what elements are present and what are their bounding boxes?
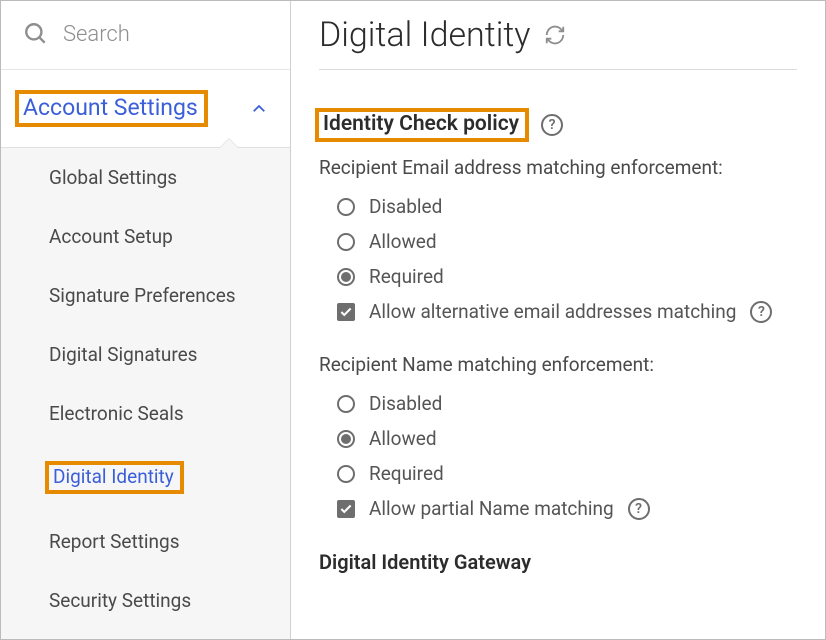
help-icon[interactable]: ?	[750, 301, 772, 323]
sidebar-section-title: Account Settings	[23, 94, 198, 121]
help-icon[interactable]: ?	[541, 114, 563, 136]
name-enforcement-group: Disabled Allowed Required Allow partial …	[319, 386, 797, 526]
radio-icon	[337, 465, 355, 483]
highlight-digital-identity: Digital Identity	[45, 461, 184, 494]
name-option-disabled[interactable]: Disabled	[337, 386, 797, 421]
name-allow-partial[interactable]: Allow partial Name matching ?	[337, 491, 797, 526]
email-option-allowed[interactable]: Allowed	[337, 224, 797, 259]
sidebar-item-electronic-seals[interactable]: Electronic Seals	[1, 384, 290, 443]
search-row[interactable]: Search	[1, 1, 290, 70]
help-icon[interactable]: ?	[628, 498, 650, 520]
search-placeholder: Search	[63, 22, 130, 47]
radio-label: Disabled	[369, 195, 442, 218]
sidebar-item-security-settings[interactable]: Security Settings	[1, 571, 290, 630]
radio-icon	[337, 233, 355, 251]
page-title: Digital Identity	[319, 15, 530, 55]
sidebar-item-digital-identity[interactable]: Digital Identity	[1, 443, 290, 512]
chevron-up-icon	[250, 100, 268, 118]
radio-label: Required	[369, 462, 444, 485]
radio-icon	[337, 430, 355, 448]
sidebar-section-header[interactable]: Account Settings	[1, 70, 290, 147]
checkbox-label: Allow partial Name matching	[369, 497, 614, 520]
checkbox-icon	[337, 303, 355, 321]
radio-label: Required	[369, 265, 444, 288]
radio-icon	[337, 268, 355, 286]
sidebar-subnav: Global Settings Account Setup Signature …	[1, 147, 290, 639]
email-option-required[interactable]: Required	[337, 259, 797, 294]
radio-label: Allowed	[369, 427, 437, 450]
identity-check-heading: Identity Check policy	[323, 112, 519, 136]
identity-check-section: Identity Check policy ? Recipient Email …	[319, 70, 797, 574]
highlight-identity-check: Identity Check policy	[315, 108, 529, 142]
checkbox-icon	[337, 500, 355, 518]
sidebar-item-global-settings[interactable]: Global Settings	[1, 148, 290, 207]
sidebar-item-label: Digital Identity	[53, 465, 174, 488]
refresh-icon[interactable]	[544, 24, 566, 46]
radio-icon	[337, 198, 355, 216]
name-enforcement-label: Recipient Name matching enforcement:	[319, 353, 797, 376]
digital-identity-gateway-heading: Digital Identity Gateway	[319, 550, 797, 574]
radio-label: Allowed	[369, 230, 437, 253]
name-option-allowed[interactable]: Allowed	[337, 421, 797, 456]
name-option-required[interactable]: Required	[337, 456, 797, 491]
app-frame: Search Account Settings Global Settings …	[0, 0, 826, 640]
email-enforcement-label: Recipient Email address matching enforce…	[319, 156, 797, 179]
email-allow-alternative[interactable]: Allow alternative email addresses matchi…	[337, 294, 797, 329]
main-content: Digital Identity Identity Check policy ?…	[291, 1, 825, 639]
radio-icon	[337, 395, 355, 413]
search-icon	[23, 21, 49, 47]
checkbox-label: Allow alternative email addresses matchi…	[369, 300, 736, 323]
sidebar: Search Account Settings Global Settings …	[1, 1, 291, 639]
sidebar-item-report-settings[interactable]: Report Settings	[1, 512, 290, 571]
page-title-row: Digital Identity	[319, 15, 797, 70]
sidebar-item-signature-preferences[interactable]: Signature Preferences	[1, 266, 290, 325]
email-option-disabled[interactable]: Disabled	[337, 189, 797, 224]
sidebar-item-digital-signatures[interactable]: Digital Signatures	[1, 325, 290, 384]
highlight-account-settings: Account Settings	[15, 90, 208, 127]
sidebar-item-account-setup[interactable]: Account Setup	[1, 207, 290, 266]
radio-label: Disabled	[369, 392, 442, 415]
email-enforcement-group: Disabled Allowed Required Allow alternat…	[319, 189, 797, 329]
section-heading-row: Identity Check policy ?	[319, 108, 797, 142]
